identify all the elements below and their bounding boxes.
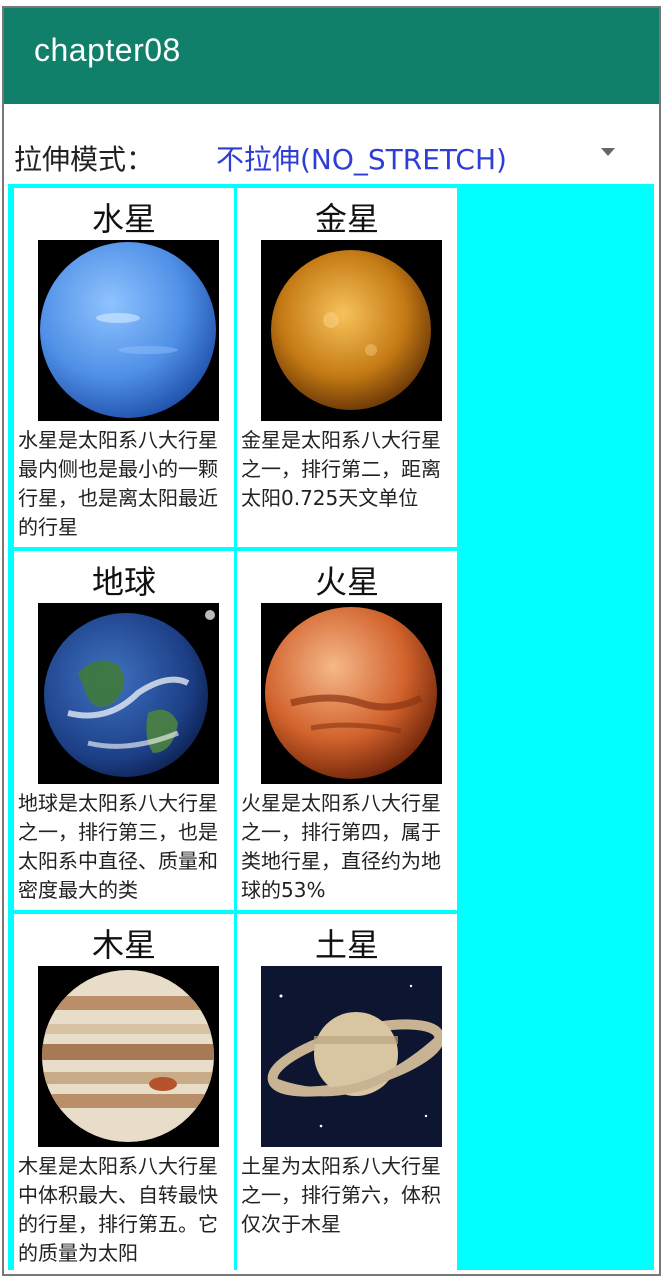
grid-item-saturn[interactable]: 土星 土星为太阳系八大行星之一，排行第六，体积仅次于木星	[237, 914, 457, 1273]
app-bar: chapter08	[4, 8, 659, 104]
planet-description: 土星为太阳系八大行星之一，排行第六，体积仅次于木星	[241, 1154, 441, 1236]
stretch-mode-row: 拉伸模式： 不拉伸(NO_STRETCH)	[4, 118, 659, 188]
stretch-mode-spinner[interactable]: 不拉伸(NO_STRETCH)	[216, 138, 507, 178]
planet-name: 木星	[91, 926, 156, 964]
grid-item-venus[interactable]: 金星 金星是太阳系八大行星之一，排行第二，距离太阳0.725天文单位	[237, 188, 457, 547]
planet-description: 木星是太阳系八大行星中体积最大、自转最快的行星，排行第五。它的质量为太阳	[18, 1154, 218, 1265]
venus-image	[261, 240, 442, 421]
planet-name: 火星	[314, 563, 379, 601]
saturn-image	[261, 966, 442, 1147]
earth-image	[38, 603, 219, 784]
planet-grid[interactable]: 水星 水星是太阳系八大行星最内侧也是最小的一颗行星，也是离太阳最近的行星 金星 …	[8, 184, 654, 1273]
dropdown-arrow-icon[interactable]	[601, 148, 615, 156]
grid-item-mars[interactable]: 火星 火星是太阳系八大行星之一，排行第四，属于类地行星，直径约为地球的53%	[237, 551, 457, 910]
grid-item-mercury[interactable]: 水星 水星是太阳系八大行星最内侧也是最小的一颗行星，也是离太阳最近的行星	[14, 188, 234, 547]
planet-description: 地球是太阳系八大行星之一，排行第三，也是太阳系中直径、质量和密度最大的类	[18, 791, 218, 902]
app-window: chapter08 拉伸模式： 不拉伸(NO_STRETCH) 水星 水星是太阳…	[2, 6, 661, 1276]
app-title: chapter08	[34, 32, 181, 68]
planet-name: 金星	[314, 200, 379, 238]
planet-description: 金星是太阳系八大行星之一，排行第二，距离太阳0.725天文单位	[241, 428, 441, 510]
mars-image	[261, 603, 442, 784]
planet-name: 水星	[91, 200, 156, 238]
jupiter-image	[38, 966, 219, 1147]
planet-description: 火星是太阳系八大行星之一，排行第四，属于类地行星，直径约为地球的53%	[241, 791, 441, 902]
grid-item-earth[interactable]: 地球 地球是太阳系八大行星之一，排行第三，也是太阳系中直径、质量和密度最大的类	[14, 551, 234, 910]
mercury-image	[38, 240, 219, 421]
planet-name: 地球	[91, 563, 156, 601]
stretch-mode-label: 拉伸模式：	[14, 143, 155, 176]
grid-item-jupiter[interactable]: 木星 木星是太阳系八大行星中体积最大、自转最快的行星，排行第五。它的质量为太阳	[14, 914, 234, 1273]
planet-description: 水星是太阳系八大行星最内侧也是最小的一颗行星，也是离太阳最近的行星	[18, 428, 218, 539]
planet-name: 土星	[314, 926, 379, 964]
